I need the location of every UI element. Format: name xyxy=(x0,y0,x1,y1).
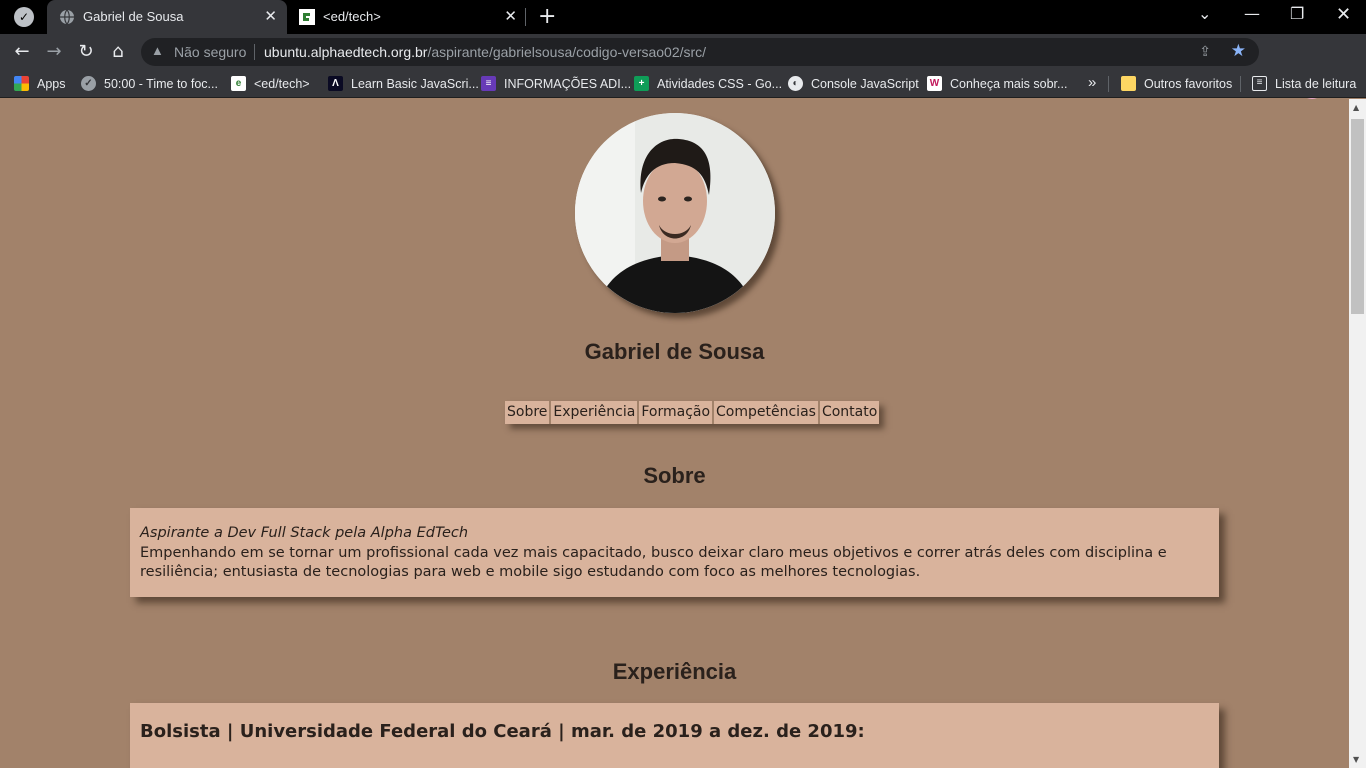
bookmarks-divider xyxy=(1108,76,1109,92)
experiencia-card: Bolsista | Universidade Federal do Ceará… xyxy=(130,703,1219,768)
share-icon[interactable]: ⇪ xyxy=(1199,43,1211,60)
bookmark-label: INFORMAÇÕES ADI... xyxy=(504,76,632,91)
sheets-icon: + xyxy=(634,76,649,91)
sobre-text: Empenhando em se tornar um profissional … xyxy=(140,544,1167,581)
bookmark-edtech[interactable]: e <ed/tech> xyxy=(231,76,310,91)
bookmark-label: Outros favoritos xyxy=(1144,76,1233,91)
bookmark-outros-favoritos[interactable]: Outros favoritos xyxy=(1121,76,1232,91)
sobre-role: Aspirante a Dev Full Stack pela Alpha Ed… xyxy=(140,525,469,541)
tab-gabriel-de-sousa[interactable]: Gabriel de Sousa ✕ xyxy=(47,0,287,34)
more-bookmarks-icon[interactable]: » xyxy=(1088,74,1096,91)
nav-link-sobre[interactable]: Sobre xyxy=(505,401,550,424)
experiencia-item-title: Bolsista | Universidade Federal do Ceará… xyxy=(140,721,865,742)
reload-icon[interactable]: ↻ xyxy=(75,41,97,62)
url-path: /aspirante/gabrielsousa/codigo-versao02/… xyxy=(427,44,707,60)
profile-photo-image xyxy=(575,113,775,313)
nav-link-contato[interactable]: Contato xyxy=(819,401,880,424)
apps-grid-icon xyxy=(14,76,29,91)
browser-toolbar: ← → ↻ ⌂ ▲ Não seguro ubuntu.alphaedtech.… xyxy=(0,34,1366,99)
restore-icon[interactable]: ❐ xyxy=(1290,4,1304,23)
bookmark-console-javascript[interactable]: ◐ Console JavaScript xyxy=(788,76,919,91)
page-viewport: Gabriel de Sousa Sobre Experiência Forma… xyxy=(0,99,1349,768)
globe-icon: ◐ xyxy=(788,76,803,91)
bookmark-star-icon[interactable]: ★ xyxy=(1231,41,1246,61)
folder-icon xyxy=(1121,76,1136,91)
sobre-card: Aspirante a Dev Full Stack pela Alpha Ed… xyxy=(130,508,1219,597)
close-window-icon[interactable]: ✕ xyxy=(1336,4,1351,25)
bookmark-atividades-css[interactable]: + Atividades CSS - Go... xyxy=(634,76,782,91)
check-circle-icon: ✓ xyxy=(81,76,96,91)
tab-search-chevron-icon[interactable]: ⌄ xyxy=(1198,4,1211,23)
section-title-experiencia: Experiência xyxy=(612,659,737,684)
bookmark-label: Learn Basic JavaScri... xyxy=(351,76,479,91)
tab-edtech[interactable]: <ed/tech> ✕ xyxy=(287,0,527,34)
tab-divider xyxy=(525,8,526,26)
freecodecamp-icon: Λ xyxy=(328,76,343,91)
bookmark-label: Apps xyxy=(37,76,66,91)
bookmark-apps[interactable]: Apps xyxy=(14,76,66,91)
scrollbar-thumb[interactable] xyxy=(1351,119,1364,314)
tab-title: Gabriel de Sousa xyxy=(83,9,184,24)
reading-list-icon: ≡ xyxy=(1252,76,1267,91)
bookmark-time-to-focus[interactable]: ✓ 50:00 - Time to foc... xyxy=(81,76,218,91)
bookmark-lista-de-leitura[interactable]: ≡ Lista de leitura xyxy=(1252,76,1356,91)
home-icon[interactable]: ⌂ xyxy=(107,41,129,62)
new-tab-button[interactable]: + xyxy=(538,4,556,29)
close-tab-icon[interactable]: ✕ xyxy=(264,7,277,25)
bookmark-informacoes[interactable]: ≡ INFORMAÇÕES ADI... xyxy=(481,76,631,91)
bookmark-conheca-mais[interactable]: W Conheça mais sobr... xyxy=(927,76,1067,91)
edtech-icon xyxy=(299,9,315,25)
bookmark-label: Conheça mais sobr... xyxy=(950,76,1068,91)
person-name: Gabriel de Sousa xyxy=(584,339,765,364)
nav-link-competencias[interactable]: Competências xyxy=(714,401,818,424)
scroll-down-arrow-icon[interactable]: ▼ xyxy=(1353,755,1359,764)
bookmark-label: 50:00 - Time to foc... xyxy=(104,76,218,91)
forward-icon[interactable]: → xyxy=(43,41,65,62)
bookmark-learn-javascript[interactable]: Λ Learn Basic JavaScri... xyxy=(328,76,479,91)
profile-photo xyxy=(575,113,775,313)
globe-icon xyxy=(60,9,74,25)
edtech-icon: e xyxy=(231,76,246,91)
tab-bar: ✓ Gabriel de Sousa ✕ <ed/tech> ✕ + ⌄ — ❐… xyxy=(0,0,1366,34)
nav-link-formacao[interactable]: Formação xyxy=(639,401,713,424)
warning-icon: ▲ xyxy=(151,43,164,58)
minimize-icon[interactable]: — xyxy=(1244,4,1260,23)
tab-search-icon[interactable]: ✓ xyxy=(14,7,34,27)
url-text: ubuntu.alphaedtech.org.br/aspirante/gabr… xyxy=(264,44,706,60)
bookmark-label: <ed/tech> xyxy=(254,76,310,91)
tab-title: <ed/tech> xyxy=(323,9,381,24)
address-divider xyxy=(254,44,255,60)
security-label: Não seguro xyxy=(174,44,247,60)
bookmark-label: Console JavaScript xyxy=(811,76,919,91)
forms-icon: ≡ xyxy=(481,76,496,91)
section-nav: Sobre Experiência Formação Competências … xyxy=(505,401,880,424)
scroll-up-arrow-icon[interactable]: ▲ xyxy=(1353,103,1359,112)
bookmark-label: Atividades CSS - Go... xyxy=(657,76,783,91)
vertical-scrollbar[interactable]: ▲ ▼ xyxy=(1349,99,1366,768)
bookmarks-divider xyxy=(1240,76,1241,92)
address-bar[interactable]: ▲ Não seguro ubuntu.alphaedtech.org.br/a… xyxy=(141,38,1259,66)
close-tab-icon[interactable]: ✕ xyxy=(504,7,517,25)
w-icon: W xyxy=(927,76,942,91)
bookmark-label: Lista de leitura xyxy=(1275,76,1357,91)
section-title-sobre: Sobre xyxy=(643,463,706,488)
back-icon[interactable]: ← xyxy=(11,41,33,62)
url-host: ubuntu.alphaedtech.org.br xyxy=(264,44,428,60)
bookmarks-bar: Apps ✓ 50:00 - Time to foc... e <ed/tech> … xyxy=(0,70,1366,98)
nav-link-experiencia[interactable]: Experiência xyxy=(551,401,638,424)
